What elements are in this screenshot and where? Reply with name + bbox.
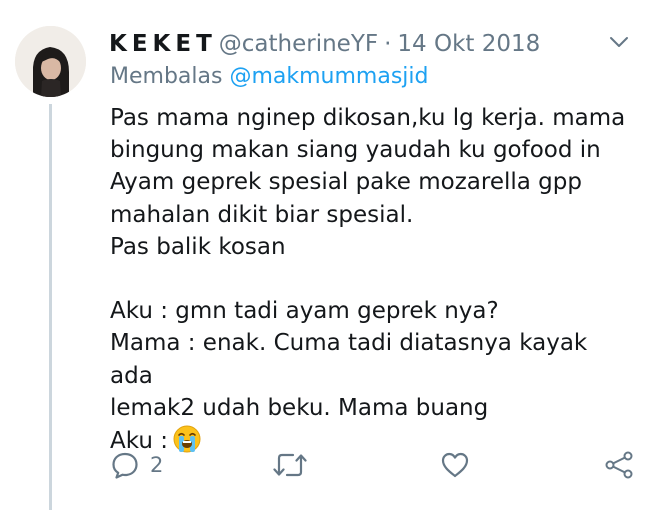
like-button[interactable] — [440, 448, 470, 482]
reply-button[interactable]: 2 — [110, 448, 163, 482]
tweet-header: KEKET @catherineYF · 14 Okt 2018 — [109, 29, 540, 59]
thread-line — [49, 104, 52, 510]
heart-icon — [440, 450, 470, 480]
share-icon — [604, 450, 634, 480]
tweet-text: Pas mama nginep dikosan,ku lg kerja. mam… — [110, 102, 635, 463]
tweet-actions: 2 — [110, 448, 635, 482]
reply-icon — [110, 450, 140, 480]
retweet-icon — [273, 450, 307, 480]
replying-to-line: Membalas @makmummasjid — [110, 64, 428, 89]
replying-label: Membalas — [110, 64, 223, 89]
display-name[interactable]: KEKET — [109, 31, 217, 57]
tweet-date[interactable]: 14 Okt 2018 — [397, 31, 540, 57]
retweet-button[interactable] — [273, 448, 307, 482]
separator-dot: · — [384, 31, 392, 57]
share-button[interactable] — [604, 448, 634, 482]
chevron-down-icon[interactable] — [606, 30, 632, 54]
avatar[interactable] — [15, 26, 86, 97]
tweet-body-text: Pas mama nginep dikosan,ku lg kerja. mam… — [110, 105, 626, 455]
user-handle[interactable]: @catherineYF — [219, 31, 378, 57]
avatar-image — [15, 26, 86, 97]
reply-count: 2 — [150, 453, 164, 477]
replying-to-handle[interactable]: @makmummasjid — [229, 64, 428, 89]
